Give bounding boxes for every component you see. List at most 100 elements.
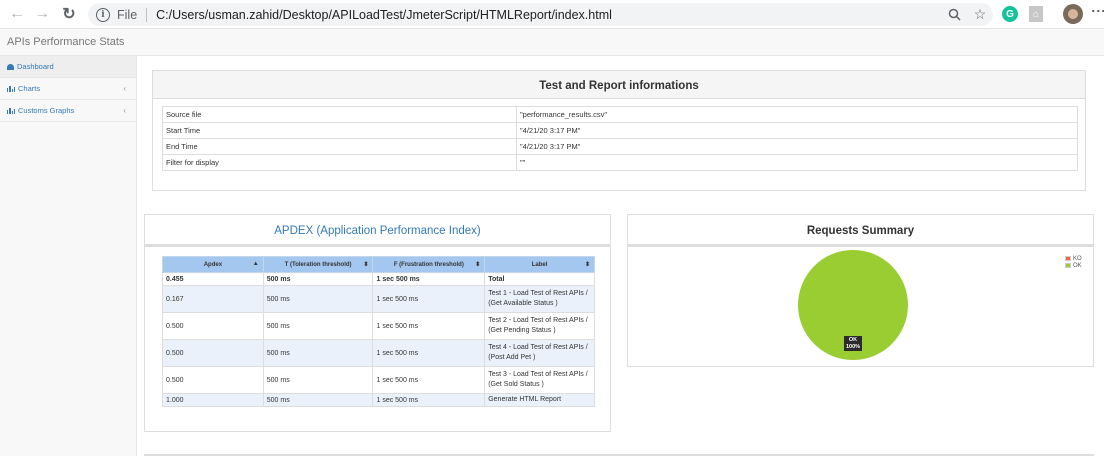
table-row: 0.167 500 ms 1 sec 500 ms Test 1 - Load … bbox=[162, 285, 595, 313]
info-icon[interactable]: i bbox=[96, 7, 110, 22]
reload-icon[interactable]: ↻ bbox=[58, 3, 80, 25]
pie-legend: KO OK bbox=[1065, 255, 1082, 269]
info-key: Source file bbox=[162, 106, 517, 123]
column-header-frustration[interactable]: F (Frustration threshold) ⬍ bbox=[372, 256, 486, 273]
cell-apdex: 0.500 bbox=[162, 366, 264, 394]
menu-icon[interactable]: ⋮ bbox=[1091, 4, 1104, 25]
divider bbox=[145, 244, 610, 247]
info-value: "" bbox=[516, 154, 1078, 171]
info-key: Filter for display bbox=[162, 154, 517, 171]
cell-toleration: 500 ms bbox=[262, 312, 374, 340]
cell-frustration: 1 sec 500 ms bbox=[372, 393, 486, 407]
table-row: End Time "4/21/20 3:17 PM" bbox=[162, 138, 1078, 155]
apdex-table: Apdex ▲ T (Toleration threshold) ⬍ F (Frus… bbox=[162, 256, 595, 407]
sidebar-item-label: Dashboard bbox=[17, 62, 54, 71]
sidebar: Dashboard Charts ‹ Customs Graphs ‹ bbox=[0, 56, 137, 456]
cell-label: Generate HTML Report bbox=[484, 393, 595, 407]
legend-item-ok[interactable]: OK bbox=[1065, 262, 1082, 269]
sidebar-item-charts[interactable]: Charts ‹ bbox=[0, 78, 136, 100]
test-info-title: Test and Report informations bbox=[153, 71, 1085, 99]
table-row-total: 0.455 500 ms 1 sec 500 ms Total bbox=[162, 272, 595, 286]
cell-frustration: 1 sec 500 ms bbox=[372, 312, 486, 340]
pdf-extension-icon[interactable]: ⌂ bbox=[1029, 6, 1043, 22]
table-row: 1.000 500 ms 1 sec 500 ms Generate HTML … bbox=[162, 393, 595, 407]
zoom-icon[interactable] bbox=[945, 6, 963, 24]
chevron-left-icon: ‹ bbox=[123, 84, 126, 93]
header-label: T (Toleration threshold) bbox=[284, 261, 352, 268]
info-value: "performance_results.csv" bbox=[516, 106, 1078, 123]
grammarly-extension-icon[interactable]: G bbox=[1002, 6, 1018, 22]
bar-chart-icon bbox=[7, 107, 15, 114]
forward-icon[interactable]: → bbox=[31, 3, 53, 25]
info-key: Start Time bbox=[162, 122, 517, 139]
cell-apdex: 0.500 bbox=[162, 312, 264, 340]
pie-slice-label: OK 100% bbox=[844, 336, 862, 351]
cell-toleration: 500 ms bbox=[262, 272, 374, 286]
dashboard-icon bbox=[7, 63, 14, 70]
cell-apdex: 0.167 bbox=[162, 285, 264, 313]
table-row: Start Time "4/21/20 3:17 PM" bbox=[162, 122, 1078, 139]
address-bar[interactable]: i File C:/Users/usman.zahid/Desktop/APIL… bbox=[88, 3, 993, 26]
cell-frustration: 1 sec 500 ms bbox=[372, 272, 486, 286]
profile-avatar[interactable] bbox=[1063, 4, 1083, 24]
cell-apdex: 0.455 bbox=[162, 272, 264, 286]
avatar-face bbox=[1068, 9, 1078, 19]
test-info-table: Source file "performance_results.csv" St… bbox=[162, 106, 1078, 171]
sidebar-item-label: Charts bbox=[18, 84, 41, 93]
header-label: Label bbox=[531, 261, 548, 268]
column-header-apdex[interactable]: Apdex ▲ bbox=[162, 256, 264, 273]
cell-label: Test 3 - Load Test of Rest APIs / (Get S… bbox=[484, 366, 595, 394]
legend-item-ko[interactable]: KO bbox=[1065, 255, 1082, 262]
slice-label-percent: 100% bbox=[845, 343, 861, 350]
legend-swatch bbox=[1065, 263, 1071, 268]
table-row: 0.500 500 ms 1 sec 500 ms Test 3 - Load … bbox=[162, 366, 595, 394]
table-row: Filter for display "" bbox=[162, 154, 1078, 171]
table-row: 0.500 500 ms 1 sec 500 ms Test 2 - Load … bbox=[162, 312, 595, 340]
grammarly-letter: G bbox=[1006, 8, 1014, 20]
url-text[interactable]: C:/Users/usman.zahid/Desktop/APILoadTest… bbox=[156, 8, 612, 22]
info-value: "4/21/20 3:17 PM" bbox=[516, 122, 1078, 139]
bar-chart-icon bbox=[7, 85, 15, 92]
app-title[interactable]: APIs Performance Stats bbox=[7, 36, 124, 48]
apdex-title: APDEX (Application Performance Index) bbox=[145, 215, 610, 244]
info-key: End Time bbox=[162, 138, 517, 155]
file-label: File bbox=[117, 7, 138, 22]
cell-toleration: 500 ms bbox=[262, 366, 374, 394]
column-header-label[interactable]: Label ⬍ bbox=[484, 256, 595, 273]
cell-label: Test 2 - Load Test of Rest APIs / (Get P… bbox=[484, 312, 595, 340]
sort-icon: ⬍ bbox=[363, 262, 369, 268]
requests-summary-panel: Requests Summary OK 100% KO OK bbox=[627, 214, 1094, 367]
table-row: Source file "performance_results.csv" bbox=[162, 106, 1078, 123]
star-icon[interactable]: ☆ bbox=[971, 6, 989, 24]
cell-apdex: 0.500 bbox=[162, 339, 264, 367]
divider bbox=[146, 7, 148, 22]
cell-apdex: 1.000 bbox=[162, 393, 264, 407]
sort-asc-icon: ▲ bbox=[252, 261, 259, 267]
apdex-panel: APDEX (Application Performance Index) Ap… bbox=[144, 214, 611, 432]
legend-swatch bbox=[1065, 256, 1071, 261]
cell-frustration: 1 sec 500 ms bbox=[372, 366, 486, 394]
sidebar-item-customs-graphs[interactable]: Customs Graphs ‹ bbox=[0, 100, 136, 122]
requests-summary-title: Requests Summary bbox=[628, 215, 1093, 244]
legend-label: OK bbox=[1073, 262, 1082, 269]
header-label: Apdex bbox=[203, 261, 223, 268]
info-value: "4/21/20 3:17 PM" bbox=[516, 138, 1078, 155]
sidebar-item-dashboard[interactable]: Dashboard bbox=[0, 56, 136, 78]
cell-toleration: 500 ms bbox=[262, 285, 374, 313]
browser-toolbar: ← → ↻ i File C:/Users/usman.zahid/Deskto… bbox=[0, 0, 1104, 29]
legend-label: KO bbox=[1073, 255, 1082, 262]
column-header-toleration[interactable]: T (Toleration threshold) ⬍ bbox=[262, 256, 374, 273]
cell-label: Total bbox=[484, 272, 595, 286]
back-icon[interactable]: ← bbox=[6, 3, 28, 25]
sort-icon: ⬍ bbox=[475, 262, 481, 268]
sort-icon: ⬍ bbox=[584, 262, 590, 268]
header-label: F (Frustration threshold) bbox=[393, 261, 464, 268]
test-info-panel: Test and Report informations Source file… bbox=[152, 70, 1086, 191]
cell-frustration: 1 sec 500 ms bbox=[372, 339, 486, 367]
cell-label: Test 1 - Load Test of Rest APIs / (Get A… bbox=[484, 285, 595, 313]
table-header-row: Apdex ▲ T (Toleration threshold) ⬍ F (Frus… bbox=[162, 256, 595, 273]
cell-label: Test 4 - Load Test of Rest APIs / (Post … bbox=[484, 339, 595, 367]
divider bbox=[628, 244, 1093, 247]
cell-toleration: 500 ms bbox=[262, 339, 374, 367]
cell-frustration: 1 sec 500 ms bbox=[372, 285, 486, 313]
